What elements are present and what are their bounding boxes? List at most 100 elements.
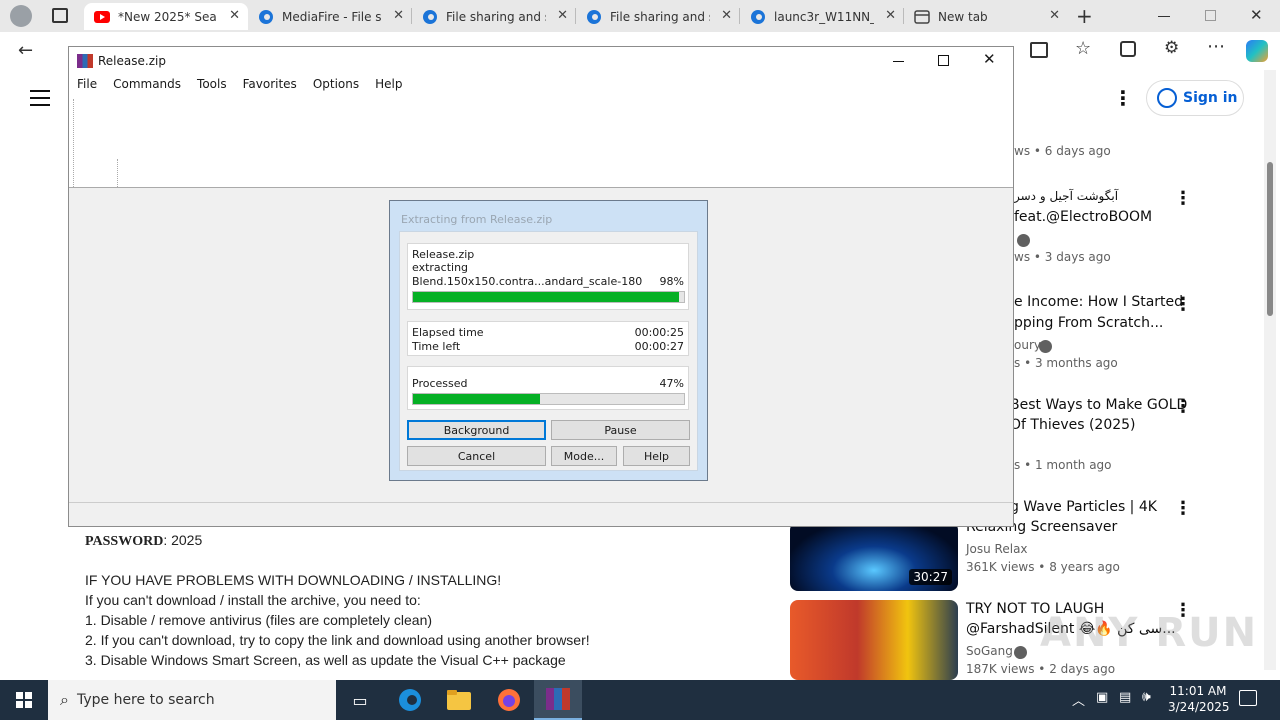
tab-title: launc3r_W11NN_x — [774, 9, 874, 24]
clock[interactable]: 11:01 AM 3/24/2025 — [1168, 684, 1230, 714]
close-icon[interactable]: ✕ — [393, 8, 404, 23]
help-button[interactable]: Help — [623, 446, 690, 466]
file-progress-fill — [413, 292, 679, 302]
volume-icon[interactable]: 🕪 — [1142, 689, 1151, 705]
firefox-icon[interactable] — [485, 680, 533, 720]
archive-name: Release.zip — [412, 248, 475, 261]
close-icon[interactable]: ✕ — [1049, 8, 1060, 23]
hamburger-menu-icon[interactable] — [30, 90, 50, 106]
tab-file-sharing-1[interactable]: File sharing and st ✕ — [412, 3, 576, 30]
account-icon — [1157, 88, 1177, 108]
sign-in-button[interactable]: Sign in — [1146, 80, 1244, 116]
channel-name[interactable]: SoGang — [966, 644, 1013, 658]
tab-title: New tab — [938, 9, 988, 24]
video-menu-icon[interactable]: ⋮ — [1174, 294, 1192, 315]
scrollbar-thumb[interactable] — [1267, 162, 1273, 316]
edge-icon[interactable] — [386, 680, 434, 720]
close-icon[interactable]: ✕ — [983, 50, 996, 68]
notifications-icon[interactable] — [1239, 690, 1257, 706]
pause-button[interactable]: Pause — [551, 420, 690, 440]
close-icon[interactable]: ✕ — [557, 8, 568, 23]
elapsed-value: 00:00:25 — [634, 326, 684, 339]
winrar-taskbar-icon[interactable] — [534, 680, 582, 720]
video-title[interactable]: g Wave Particles | 4K — [1010, 497, 1157, 517]
channel-name[interactable]: Josu Relax — [966, 542, 1028, 556]
menu-help[interactable]: Help — [367, 77, 410, 97]
watermark: ANY RUN — [1040, 610, 1259, 656]
video-menu-icon[interactable]: ⋮ — [1174, 498, 1192, 519]
task-view-icon[interactable]: ▭ — [336, 680, 384, 720]
current-file: Blend.150x150.contra...andard_scale-180.… — [412, 275, 642, 288]
device-icon[interactable]: ▣ — [1096, 690, 1108, 705]
menu-options[interactable]: Options — [305, 77, 367, 97]
settings-kebab-icon[interactable]: ⋮ — [1113, 86, 1133, 110]
channel-name[interactable]: oury — [1014, 338, 1041, 352]
network-icon[interactable]: ▤ — [1119, 690, 1131, 705]
tab-actions-icon[interactable] — [52, 8, 68, 23]
tab-file-sharing-2[interactable]: File sharing and st ✕ — [576, 3, 740, 30]
close-icon[interactable]: ✕ — [885, 8, 896, 23]
edge-tab-icon — [422, 9, 438, 25]
edge-tab-icon — [750, 9, 766, 25]
cancel-button[interactable]: Cancel — [407, 446, 546, 466]
video-title[interactable]: e Income: How I Started — [1014, 292, 1183, 312]
minimize-icon[interactable] — [1158, 16, 1170, 17]
video-menu-icon[interactable]: ⋮ — [1174, 396, 1192, 417]
mode-button[interactable]: Mode... — [551, 446, 617, 466]
scrollbar[interactable] — [1264, 70, 1276, 670]
taskbar-search[interactable]: ⌕ Type here to search — [48, 680, 336, 720]
tab-new-tab[interactable]: New tab ✕ — [904, 3, 1068, 30]
menu-file[interactable]: File — [69, 77, 105, 97]
video-thumbnail[interactable] — [790, 600, 958, 680]
tab-launcher[interactable]: launc3r_W11NN_x ✕ — [740, 3, 904, 30]
close-window-icon[interactable]: ✕ — [1250, 6, 1263, 24]
menu-tools[interactable]: Tools — [189, 77, 235, 97]
split-screen-icon[interactable] — [1030, 42, 1048, 58]
copilot-icon[interactable] — [1246, 40, 1268, 62]
background-button[interactable]: Background — [407, 420, 546, 440]
video-title[interactable]: pping From Scratch... — [1014, 313, 1163, 333]
extract-progress-dialog: Extracting from Release.zip Release.zip … — [389, 200, 708, 481]
video-thumbnail[interactable]: 30:27 — [790, 522, 958, 591]
youtube-icon — [94, 9, 110, 25]
minimize-icon[interactable] — [893, 61, 904, 62]
collections-icon[interactable] — [1120, 41, 1136, 57]
menu-favorites[interactable]: Favorites — [235, 77, 305, 97]
close-icon[interactable]: ✕ — [229, 8, 240, 23]
video-duration: 30:27 — [909, 569, 952, 585]
video-title[interactable]: Of Thieves (2025) — [1010, 415, 1136, 435]
show-hidden-icons-icon[interactable]: ︿ — [1072, 690, 1085, 709]
time-group: Elapsed time 00:00:25 Time left 00:00:27 — [407, 321, 689, 356]
file-percent: 98% — [659, 275, 684, 288]
profile-icon[interactable] — [10, 5, 32, 27]
taskbar: ⌕ Type here to search ▭ ︿ ▣ ▤ 🕪 11:01 AM… — [0, 680, 1280, 720]
restore-icon[interactable] — [1205, 10, 1216, 21]
back-icon[interactable]: ← — [18, 40, 33, 61]
verified-icon — [1039, 340, 1052, 353]
more-icon[interactable]: ⋯ — [1207, 36, 1225, 57]
total-progress-group: Processed 47% — [407, 366, 689, 410]
video-menu-icon[interactable]: ⋮ — [1174, 188, 1192, 209]
winrar-status-bar — [69, 502, 1013, 526]
extensions-icon[interactable]: ⚙ — [1164, 38, 1179, 58]
dialog-body: Release.zip extracting Blend.150x150.con… — [399, 231, 698, 471]
processed-label: Processed — [412, 377, 468, 390]
video-title[interactable]: feat.@ElectroBOOM — [1014, 207, 1152, 227]
maximize-icon[interactable] — [938, 55, 949, 66]
video-title[interactable]: Best Ways to Make GOLD — [1010, 395, 1187, 415]
close-icon[interactable]: ✕ — [721, 8, 732, 23]
start-button[interactable] — [0, 680, 48, 720]
tab-youtube[interactable]: *New 2025* Sea of ✕ — [84, 3, 248, 30]
windows-icon — [16, 692, 32, 708]
favorites-icon[interactable]: ☆ — [1075, 38, 1091, 59]
video-meta: 361K views • 8 years ago — [966, 560, 1120, 574]
file-progress-group: Release.zip extracting Blend.150x150.con… — [407, 243, 689, 310]
new-tab-button[interactable]: + — [1076, 4, 1093, 28]
total-progress-bar — [412, 393, 685, 405]
video-title[interactable]: آبگوشت آجیل و دسر — [1014, 186, 1118, 206]
menu-commands[interactable]: Commands — [105, 77, 189, 97]
time-left-value: 00:00:27 — [634, 340, 684, 353]
tab-mediafire[interactable]: MediaFire - File sh ✕ — [248, 3, 412, 30]
file-explorer-icon[interactable] — [435, 680, 483, 720]
video-meta: s • 1 month ago — [1014, 458, 1112, 472]
